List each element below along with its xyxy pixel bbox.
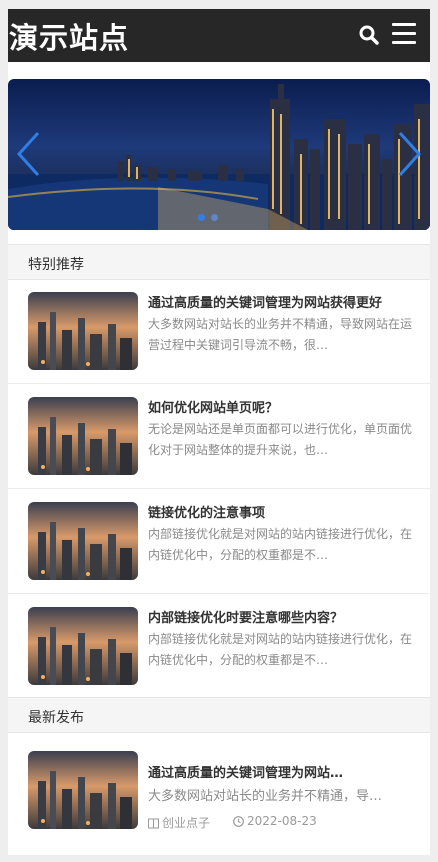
list-item[interactable]: 通过高质量的关键词管理为网站获得更好 大多数网站对站长的业务并不精通，导致网站在… xyxy=(8,279,430,384)
list-item[interactable]: 如何优化网站单页呢？ 无论是网站还是单页面都可以进行优化，单页面优化对于网站整体… xyxy=(8,384,430,489)
top-navbar: 演示站点 xyxy=(8,9,430,62)
post-title[interactable]: 内部链接优化时要注意哪些内容？ xyxy=(148,607,418,626)
chevron-left-icon[interactable] xyxy=(16,131,42,177)
post-excerpt: 无论是网站还是单页面都可以进行优化，单页面优化对于网站整体的提升来说，也… xyxy=(148,422,413,457)
post-thumbnail[interactable] xyxy=(28,502,138,580)
post-category[interactable]: 创业点子 xyxy=(148,814,210,831)
date-label: 2022-08-23 xyxy=(247,814,317,828)
post-thumbnail[interactable] xyxy=(28,397,138,475)
post-excerpt: 大多数网站对站长的业务并不精通，导致网站在运营过程中关键词引导流不畅，很… xyxy=(148,317,413,352)
post-title[interactable]: 链接优化的注意事项 xyxy=(148,502,418,521)
post-thumbnail[interactable] xyxy=(28,292,138,370)
category-label[interactable]: 创业点子 xyxy=(162,816,210,830)
search-icon[interactable] xyxy=(358,24,380,46)
post-date: 2022-08-23 xyxy=(233,814,317,828)
post-title[interactable]: 通过高质量的关键词管理为网站… xyxy=(148,762,418,781)
post-excerpt: 大多数网站对站长的业务并不精通，导… xyxy=(148,789,383,804)
section-title: 特别推荐 xyxy=(28,257,84,273)
post-thumbnail[interactable] xyxy=(28,751,138,829)
clock-icon xyxy=(233,816,244,827)
slider-dot[interactable] xyxy=(211,214,218,221)
book-icon xyxy=(148,818,159,829)
list-item[interactable]: 链接优化的注意事项 内部链接优化就是对网站的站内链接进行优化，在内链优化中，分配… xyxy=(8,489,430,594)
page: 演示站点 特别推荐 通过高质量的关键词管理为网站获得更好 大多数网站对站长的业务… xyxy=(8,9,430,855)
post-excerpt: 内部链接优化就是对网站的站内链接进行优化，在内链优化中，分配的权重都是不… xyxy=(148,632,413,667)
slider-dot[interactable] xyxy=(198,214,205,221)
menu-icon[interactable] xyxy=(392,23,418,47)
banner-slider[interactable] xyxy=(8,79,430,230)
section-title: 最新发布 xyxy=(28,710,84,726)
list-item[interactable]: 内部链接优化时要注意哪些内容？ 内部链接优化就是对网站的站内链接进行优化，在内链… xyxy=(8,594,430,699)
featured-section-header: 特别推荐 xyxy=(8,244,430,280)
post-excerpt: 内部链接优化就是对网站的站内链接进行优化，在内链优化中，分配的权重都是不… xyxy=(148,527,413,562)
slider-pagination xyxy=(198,206,224,225)
post-title[interactable]: 如何优化网站单页呢？ xyxy=(148,397,418,416)
list-item[interactable]: 通过高质量的关键词管理为网站… 大多数网站对站长的业务并不精通，导… 创业点子 … xyxy=(8,739,430,855)
latest-section-header: 最新发布 xyxy=(8,697,430,733)
post-title[interactable]: 通过高质量的关键词管理为网站获得更好 xyxy=(148,292,418,311)
chevron-right-icon[interactable] xyxy=(396,131,422,177)
site-logo[interactable]: 演示站点 xyxy=(9,15,129,57)
post-thumbnail[interactable] xyxy=(28,607,138,685)
